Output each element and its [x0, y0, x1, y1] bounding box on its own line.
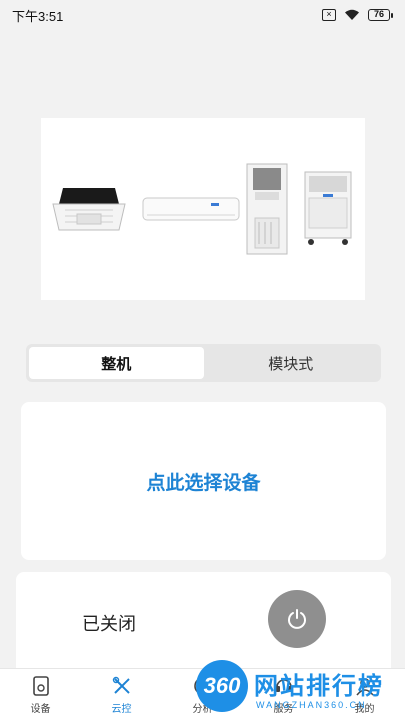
nav-item-device[interactable]: 设备: [0, 669, 81, 720]
select-device-label[interactable]: 点此选择设备: [146, 468, 260, 495]
wall-unit-image: [142, 197, 240, 221]
service-icon: [273, 675, 295, 697]
battery-icon: 76: [368, 9, 393, 21]
nav-label-analysis: 分析: [192, 703, 213, 715]
bottom-nav: 设备 云控 分析 服务 我的: [0, 668, 405, 720]
no-sim-icon: ×: [322, 9, 336, 21]
cloud-control-icon: [111, 675, 133, 697]
device-type-segment: 整机 模块式: [26, 344, 381, 382]
status-icons: × 76: [322, 9, 393, 21]
select-device-card[interactable]: 点此选择设备: [21, 402, 386, 560]
nav-label-profile: 我的: [354, 703, 375, 715]
battery-level: 76: [368, 9, 390, 21]
power-button[interactable]: [268, 590, 326, 648]
nav-item-profile[interactable]: 我的: [324, 669, 405, 720]
wifi-icon: [345, 9, 359, 20]
tab-modular[interactable]: 模块式: [204, 347, 379, 379]
nav-item-cloud-control[interactable]: 云控: [81, 669, 162, 720]
product-banner: [41, 118, 365, 300]
power-state-label: 已关闭: [82, 614, 136, 634]
nav-item-analysis[interactable]: 分析: [162, 669, 243, 720]
status-time: 下午3:51: [12, 8, 64, 24]
cabinet-unit-image: [246, 163, 288, 255]
status-bar: 下午3:51 × 76: [0, 0, 405, 30]
product-image: [52, 163, 352, 255]
purifier-unit-image: [304, 171, 352, 245]
nav-item-service[interactable]: 服务: [243, 669, 324, 720]
tab-whole-unit[interactable]: 整机: [29, 347, 204, 379]
power-icon: [288, 609, 306, 629]
ceiling-unit-image: [52, 188, 126, 231]
nav-label-service: 服务: [273, 703, 294, 715]
device-icon: [30, 675, 52, 697]
analysis-icon: [192, 675, 214, 697]
profile-icon: [354, 675, 376, 697]
nav-label-device: 设备: [30, 703, 51, 715]
nav-label-cloud-control: 云控: [111, 703, 132, 715]
power-status-card: 已关闭: [16, 572, 391, 682]
